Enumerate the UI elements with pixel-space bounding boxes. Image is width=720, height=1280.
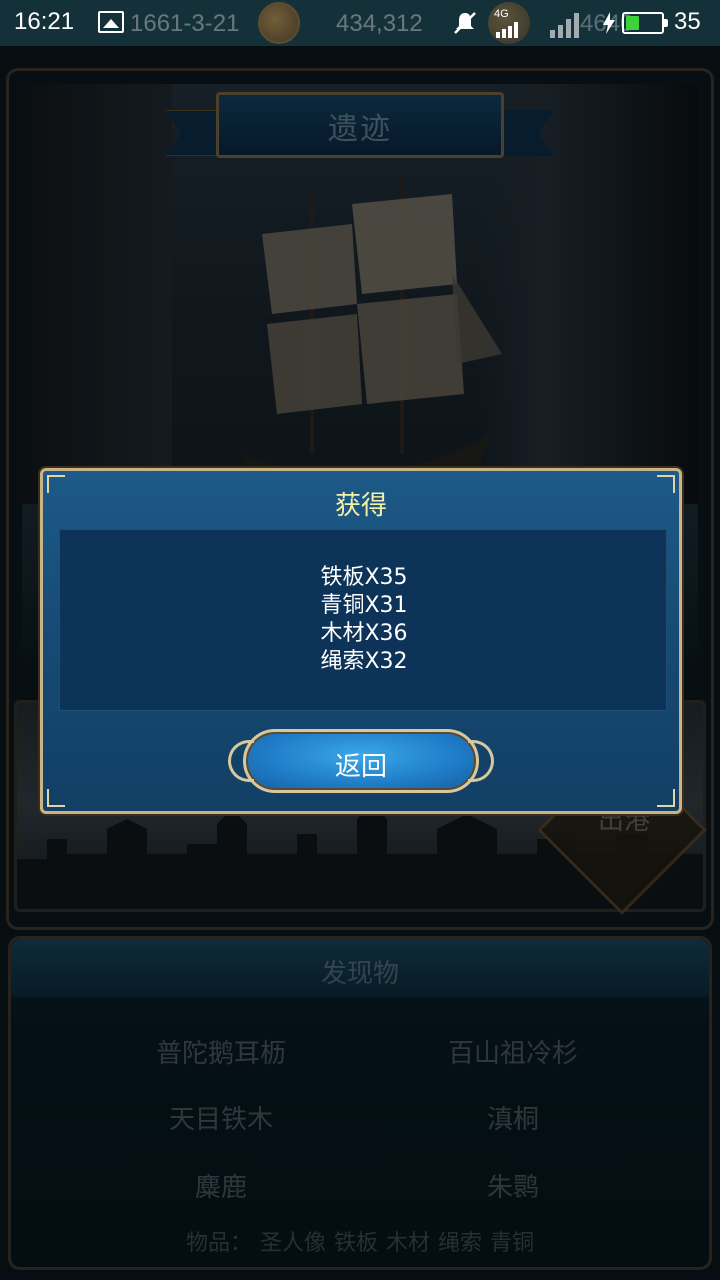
- battery-level: 35: [674, 8, 701, 35]
- battery-icon: [622, 12, 668, 34]
- signal-secondary-icon: [550, 13, 579, 38]
- back-button[interactable]: 返回: [228, 729, 494, 793]
- reward-item: 青铜X31: [320, 593, 408, 618]
- reward-dialog: 获得 铁板X35 青铜X31 木材X36 绳索X32 返回: [40, 468, 682, 814]
- clock: 16:21: [14, 8, 75, 35]
- battery-fill: [626, 16, 640, 30]
- reward-list: 铁板X35 青铜X31 木材X36 绳索X32: [60, 564, 668, 676]
- dialog-corner-ornament: [47, 789, 65, 807]
- compass-icon: [258, 2, 300, 44]
- game-date: 1661-3-21: [130, 10, 240, 37]
- reward-item: 绳索X32: [320, 649, 408, 674]
- reward-box: 铁板X35 青铜X31 木材X36 绳索X32: [59, 529, 667, 711]
- network-type: 4G: [494, 8, 509, 20]
- status-bar: 16:21 1661-3-21 434,312 4G 4640 35: [0, 0, 720, 46]
- gold-amount: 434,312: [336, 10, 423, 37]
- back-button-label: 返回: [334, 752, 387, 782]
- dialog-corner-ornament: [657, 789, 675, 807]
- signal-icon: [496, 22, 518, 38]
- dialog-title: 获得: [334, 491, 387, 521]
- charging-icon: [603, 12, 615, 34]
- reward-item: 铁板X35: [320, 565, 408, 590]
- reward-item: 木材X36: [320, 621, 408, 646]
- gallery-notification-icon: [98, 11, 124, 33]
- mute-icon: [454, 12, 476, 34]
